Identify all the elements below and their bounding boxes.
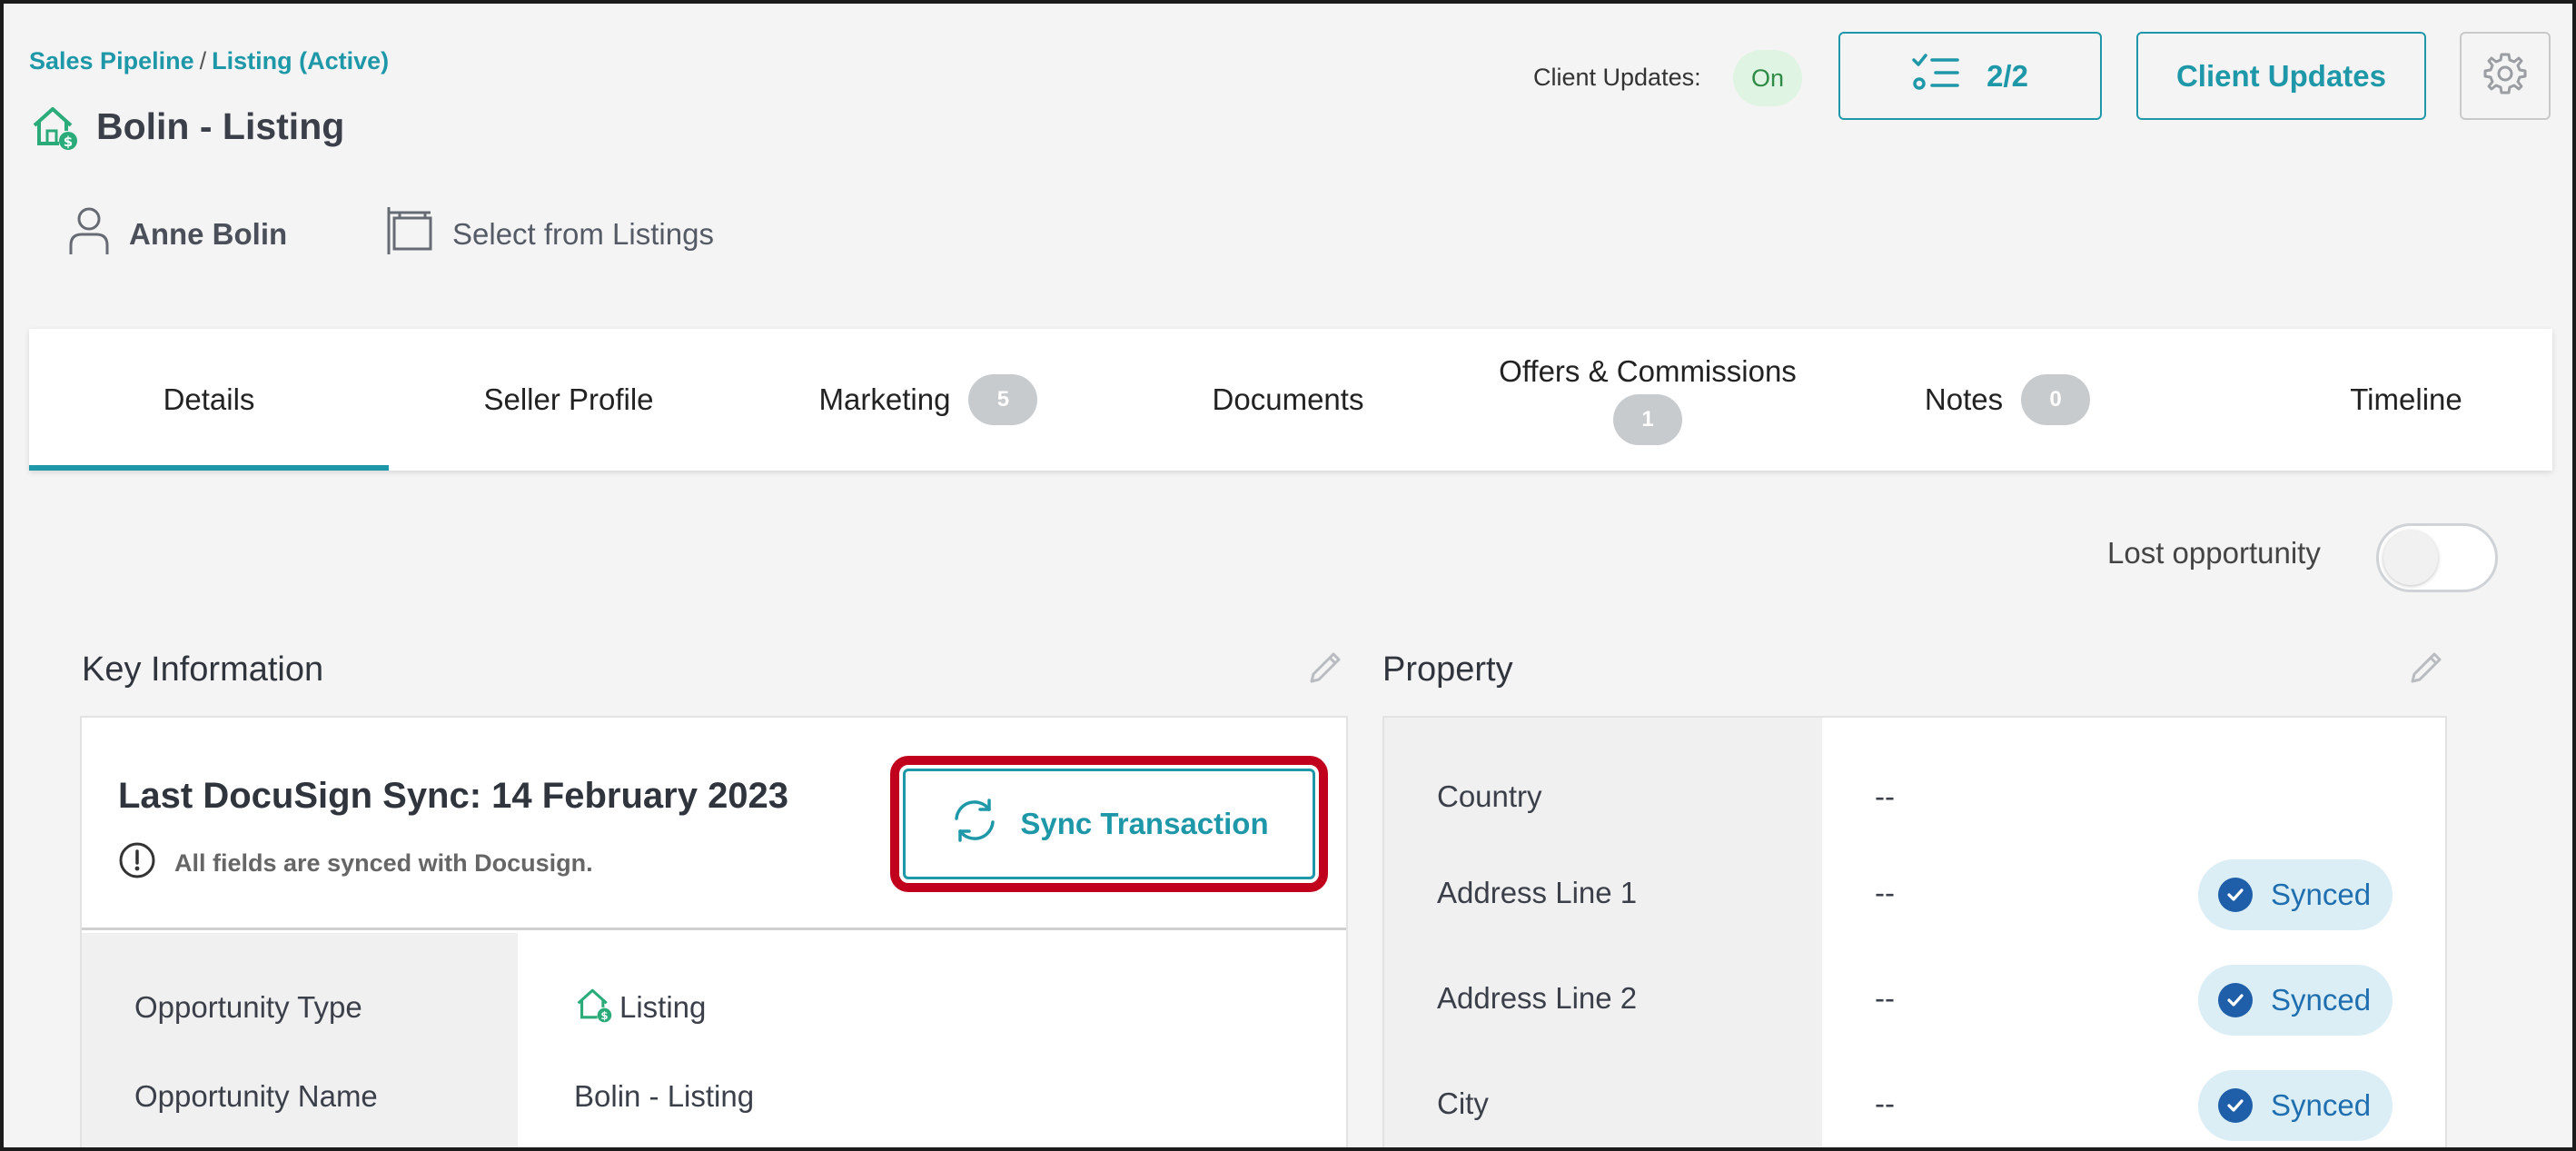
tab-label: Seller Profile <box>483 382 654 416</box>
tab-notes[interactable]: Notes 0 <box>1828 329 2187 471</box>
synced-badge: Synced <box>2198 965 2393 1036</box>
breadcrumb-separator: / <box>199 47 207 74</box>
country-value: -- <box>1875 779 1895 813</box>
house-dollar-icon: $ <box>574 985 612 1030</box>
tab-bar: Details Seller Profile Marketing 5 Docum… <box>29 329 2552 471</box>
opportunity-name-label: Opportunity Name <box>134 1079 378 1113</box>
page-title-row: $ Bolin - Listing <box>29 102 344 151</box>
count-badge: 1 <box>1613 394 1682 445</box>
select-from-listings-button[interactable]: Select from Listings <box>385 205 714 263</box>
svg-text:$: $ <box>64 134 73 150</box>
sync-transaction-button[interactable]: Sync Transaction <box>903 769 1315 879</box>
lost-opportunity-label: Lost opportunity <box>2107 536 2321 570</box>
breadcrumb-link-sales-pipeline[interactable]: Sales Pipeline <box>29 47 194 74</box>
synced-label: Synced <box>2271 878 2372 911</box>
settings-button[interactable] <box>2460 32 2551 120</box>
count-badge: 5 <box>968 374 1038 425</box>
listing-sign-icon <box>385 205 434 263</box>
tab-label: Documents <box>1212 382 1364 416</box>
docusign-sync-header: Last DocuSign Sync: 14 February 2023 All… <box>82 718 1346 930</box>
address-line-2-label: Address Line 2 <box>1437 981 1638 1015</box>
last-sync-title: Last DocuSign Sync: 14 February 2023 <box>118 776 789 816</box>
client-updates-status-badge: On <box>1733 50 1802 106</box>
opportunity-name-value: Bolin - Listing <box>574 1079 755 1113</box>
tab-seller-profile[interactable]: Seller Profile <box>389 329 748 471</box>
tab-timeline[interactable]: Timeline <box>2187 329 2552 471</box>
active-tab-indicator <box>29 465 389 471</box>
edit-property-icon[interactable] <box>2407 647 2447 687</box>
select-from-listings-label: Select from Listings <box>452 217 714 251</box>
exclamation-circle-icon <box>118 841 156 886</box>
client-updates-label: Client Updates: <box>1533 64 1701 91</box>
key-info-label-column <box>82 933 518 1147</box>
tab-marketing[interactable]: Marketing 5 <box>748 329 1108 471</box>
count-badge: 0 <box>2021 374 2091 425</box>
property-title: Property <box>1382 650 1513 689</box>
checklist-icon <box>1912 53 1959 100</box>
check-circle-icon <box>2218 983 2253 1017</box>
city-label: City <box>1437 1087 1489 1120</box>
tab-label: Offers & Commissions <box>1499 354 1797 388</box>
key-information-card: Last DocuSign Sync: 14 February 2023 All… <box>80 716 1348 1147</box>
tab-label: Details <box>163 382 255 416</box>
check-circle-icon <box>2218 1088 2253 1123</box>
tasks-count: 2/2 <box>1986 58 2028 93</box>
app-frame: Sales Pipeline / Listing (Active) $ Bolin … <box>0 0 2576 1151</box>
tab-label: Notes <box>1924 382 2004 416</box>
tab-label: Timeline <box>2350 382 2462 416</box>
lost-opportunity-toggle[interactable] <box>2376 523 2498 592</box>
breadcrumb-link-listing[interactable]: Listing (Active) <box>212 47 389 74</box>
house-dollar-icon: $ <box>29 102 78 151</box>
check-circle-icon <box>2218 878 2253 912</box>
contact-person[interactable]: Anne Bolin <box>67 205 287 263</box>
page-title: Bolin - Listing <box>96 104 345 147</box>
tab-label: Marketing <box>818 382 951 416</box>
synced-badge: Synced <box>2198 1070 2393 1141</box>
tasks-checklist-button[interactable]: 2/2 <box>1838 32 2102 120</box>
contact-name: Anne Bolin <box>129 217 288 251</box>
opportunity-type-text: Listing <box>619 990 707 1024</box>
client-updates-button[interactable]: Client Updates <box>2136 32 2426 120</box>
sync-note-text: All fields are synced with Docusign. <box>174 849 593 877</box>
opportunity-type-label: Opportunity Type <box>134 990 362 1024</box>
toggle-knob <box>2383 531 2438 585</box>
sync-icon <box>949 795 1000 853</box>
city-value: -- <box>1875 1087 1895 1120</box>
edit-key-information-icon[interactable] <box>1306 647 1346 687</box>
property-card: Country -- Address Line 1 -- Synced Addr… <box>1382 716 2447 1147</box>
address-line-1-value: -- <box>1875 876 1895 909</box>
sync-transaction-label: Sync Transaction <box>1020 807 1269 840</box>
synced-label: Synced <box>2271 1088 2372 1122</box>
address-line-2-value: -- <box>1875 981 1895 1015</box>
country-label: Country <box>1437 779 1542 813</box>
tab-offers-commissions[interactable]: Offers & Commissions 1 <box>1468 329 1828 471</box>
gear-icon <box>2482 51 2528 101</box>
key-information-title: Key Information <box>82 650 324 689</box>
opportunity-type-value: $ Listing <box>574 985 706 1030</box>
tab-details[interactable]: Details <box>29 329 389 471</box>
breadcrumb: Sales Pipeline / Listing (Active) <box>29 47 389 75</box>
synced-label: Synced <box>2271 983 2372 1017</box>
sync-note: All fields are synced with Docusign. <box>118 841 593 886</box>
synced-badge: Synced <box>2198 859 2393 930</box>
person-icon <box>67 205 111 263</box>
svg-text:$: $ <box>600 1009 608 1022</box>
tab-documents[interactable]: Documents <box>1108 329 1468 471</box>
address-line-1-label: Address Line 1 <box>1437 876 1638 909</box>
